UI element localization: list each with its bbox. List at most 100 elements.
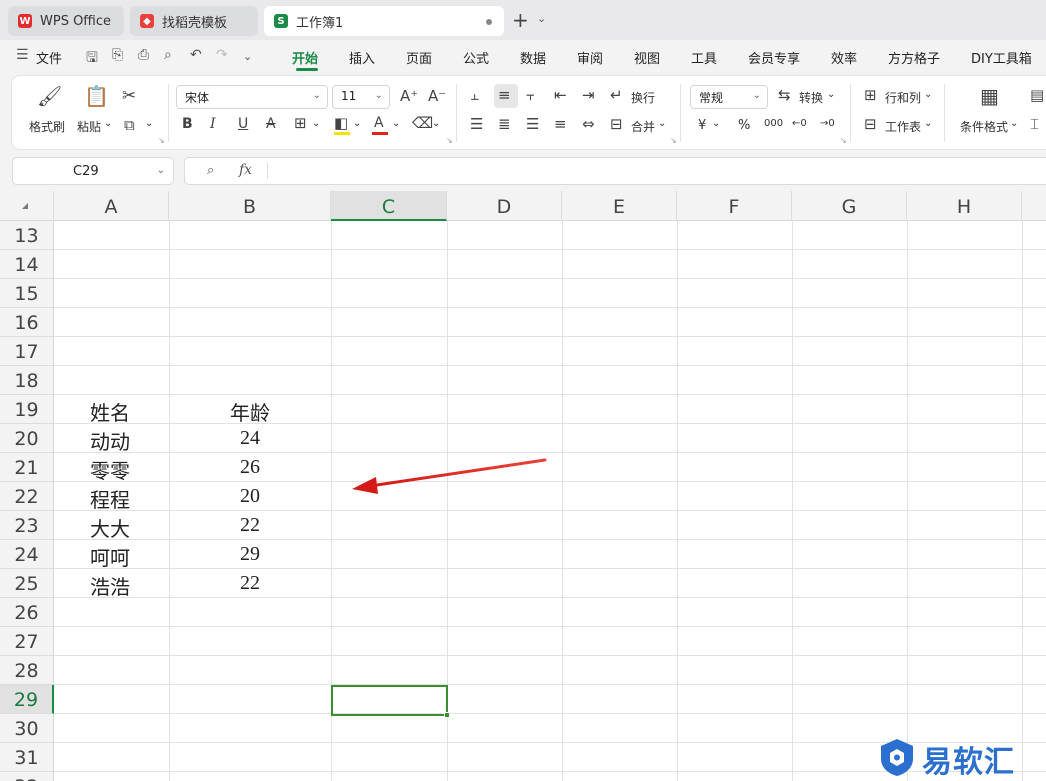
row-header-32[interactable]: 32 xyxy=(0,772,54,781)
column-header-c[interactable]: C xyxy=(331,191,447,221)
redo-icon[interactable]: ↷ xyxy=(216,47,228,63)
chevron-down-icon[interactable]: ⌄ xyxy=(353,118,361,129)
rows-cols-icon[interactable]: ⊞ xyxy=(864,88,877,103)
tab-workbook[interactable]: S 工作簿1 xyxy=(264,6,504,36)
align-middle-icon[interactable]: ≡ xyxy=(498,88,511,103)
paste-icon[interactable]: 📋 xyxy=(84,86,109,106)
selected-cell-c29[interactable] xyxy=(331,685,450,718)
table-style-icon[interactable]: ⌶ xyxy=(1030,117,1039,132)
decrease-indent-icon[interactable]: ⇤ xyxy=(554,88,567,103)
column-header-g[interactable]: G xyxy=(792,191,907,221)
menu-efficiency[interactable]: 效率 xyxy=(831,48,857,67)
currency-button[interactable]: ¥ xyxy=(698,118,706,133)
paste-chevron-icon[interactable]: ⌄ xyxy=(104,118,112,129)
chevron-down-icon[interactable]: ⌄ xyxy=(392,118,400,129)
chevron-down-icon[interactable]: ⌄ xyxy=(924,89,932,100)
export-icon[interactable]: ⎘ xyxy=(112,47,123,63)
chevron-down-icon[interactable]: ⌄ xyxy=(712,118,720,129)
menu-diy-toolbox[interactable]: DIY工具箱 xyxy=(971,48,1032,67)
new-tab-button[interactable]: + xyxy=(512,8,529,32)
conditional-format-button[interactable]: 条件格式 xyxy=(960,118,1008,135)
fill-color-icon[interactable]: ◧ xyxy=(334,116,348,131)
cell-a24[interactable]: 呵呵 xyxy=(90,542,130,571)
clipboard-dialog-icon[interactable]: ↘ xyxy=(158,136,165,145)
cell-a20[interactable]: 动动 xyxy=(90,426,130,455)
row-header-19[interactable]: 19 xyxy=(0,395,54,424)
quick-access-more-icon[interactable]: ⌄ xyxy=(243,50,252,63)
increase-font-icon[interactable]: A⁺ xyxy=(400,89,418,104)
border-icon[interactable]: ⊞ xyxy=(294,116,307,131)
spreadsheet-grid[interactable]: A B C D E F G H 13 14 15 16 17 18 19 20 … xyxy=(0,191,1046,781)
print-preview-icon[interactable]: ⌕ xyxy=(164,47,172,63)
clear-format-icon[interactable]: ⌫ xyxy=(412,116,433,131)
bold-button[interactable]: B xyxy=(182,117,193,131)
cut-icon[interactable]: ✂ xyxy=(122,88,136,105)
print-icon[interactable]: ⎙ xyxy=(138,47,149,63)
wrap-text-button[interactable]: 换行 xyxy=(631,89,655,106)
copy-chevron-icon[interactable]: ⌄ xyxy=(145,118,153,129)
row-header-25[interactable]: 25 xyxy=(0,569,54,598)
row-header-29[interactable]: 29 xyxy=(0,685,54,714)
menu-insert[interactable]: 插入 xyxy=(349,48,375,67)
cell-a25[interactable]: 浩浩 xyxy=(90,571,130,600)
cell-b25[interactable]: 22 xyxy=(169,572,331,595)
cell-a22[interactable]: 程程 xyxy=(90,484,130,513)
row-header-20[interactable]: 20 xyxy=(0,424,54,453)
menu-view[interactable]: 视图 xyxy=(634,48,660,67)
increase-decimal-button[interactable]: ←0 xyxy=(792,118,807,129)
chevron-down-icon[interactable]: ⌄ xyxy=(432,118,440,129)
menu-data[interactable]: 数据 xyxy=(520,48,546,67)
menu-fangfang[interactable]: 方方格子 xyxy=(888,48,940,67)
cell-a21[interactable]: 零零 xyxy=(90,455,130,484)
chevron-down-icon[interactable]: ⌄ xyxy=(1010,118,1018,129)
font-dialog-icon[interactable]: ↘ xyxy=(446,136,453,145)
decrease-decimal-button[interactable]: →0 xyxy=(820,118,835,129)
merge-cells-icon[interactable]: ⊟ xyxy=(610,117,623,132)
row-header-24[interactable]: 24 xyxy=(0,540,54,569)
column-header-a[interactable]: A xyxy=(54,191,169,221)
name-box[interactable]: C29 ⌄ xyxy=(12,157,174,185)
row-header-17[interactable]: 17 xyxy=(0,337,54,366)
chevron-down-icon[interactable]: ⌄ xyxy=(658,118,666,129)
alignment-dialog-icon[interactable]: ↘ xyxy=(670,136,677,145)
cell-b22[interactable]: 20 xyxy=(169,485,331,508)
menu-member[interactable]: 会员专享 xyxy=(748,48,800,67)
cell-b24[interactable]: 29 xyxy=(169,543,331,566)
cell-b23[interactable]: 22 xyxy=(169,514,331,537)
wrap-text-icon[interactable]: ↵ xyxy=(610,88,623,103)
row-header-22[interactable]: 22 xyxy=(0,482,54,511)
cell-style-icon[interactable]: ▤ xyxy=(1030,88,1044,103)
column-header-d[interactable]: D xyxy=(447,191,562,221)
tab-wps-office[interactable]: W WPS Office xyxy=(8,6,124,36)
chevron-down-icon[interactable]: ⌄ xyxy=(312,118,320,129)
row-header-27[interactable]: 27 xyxy=(0,627,54,656)
percent-button[interactable]: % xyxy=(738,118,750,133)
row-header-26[interactable]: 26 xyxy=(0,598,54,627)
align-top-icon[interactable]: ⫠ xyxy=(470,88,479,103)
increase-indent-icon[interactable]: ⇥ xyxy=(582,88,595,103)
menu-tools[interactable]: 工具 xyxy=(691,48,717,67)
cell-a19[interactable]: 姓名 xyxy=(90,397,130,426)
italic-button[interactable]: I xyxy=(210,117,216,131)
menu-formula[interactable]: 公式 xyxy=(463,48,489,67)
cell-b21[interactable]: 26 xyxy=(169,456,331,479)
font-size-select[interactable]: 11 ⌄ xyxy=(332,85,390,109)
number-dialog-icon[interactable]: ↘ xyxy=(840,136,847,145)
row-header-21[interactable]: 21 xyxy=(0,453,54,482)
convert-icon[interactable]: ⇆ xyxy=(778,88,791,103)
row-header-15[interactable]: 15 xyxy=(0,279,54,308)
cell-b20[interactable]: 24 xyxy=(169,427,331,450)
corner-cell[interactable] xyxy=(0,191,54,221)
number-format-select[interactable]: 常规 ⌄ xyxy=(690,85,768,109)
menu-page[interactable]: 页面 xyxy=(406,48,432,67)
row-header-14[interactable]: 14 xyxy=(0,250,54,279)
align-center-icon[interactable]: ≣ xyxy=(498,117,511,132)
row-header-30[interactable]: 30 xyxy=(0,714,54,743)
align-bottom-icon[interactable]: ⫟ xyxy=(526,88,535,103)
column-header-e[interactable]: E xyxy=(562,191,677,221)
row-header-16[interactable]: 16 xyxy=(0,308,54,337)
column-header-b[interactable]: B xyxy=(169,191,331,221)
distribute-icon[interactable]: ⇔ xyxy=(582,117,595,132)
formula-bar[interactable]: ⌕ fx xyxy=(184,157,1046,185)
row-header-28[interactable]: 28 xyxy=(0,656,54,685)
